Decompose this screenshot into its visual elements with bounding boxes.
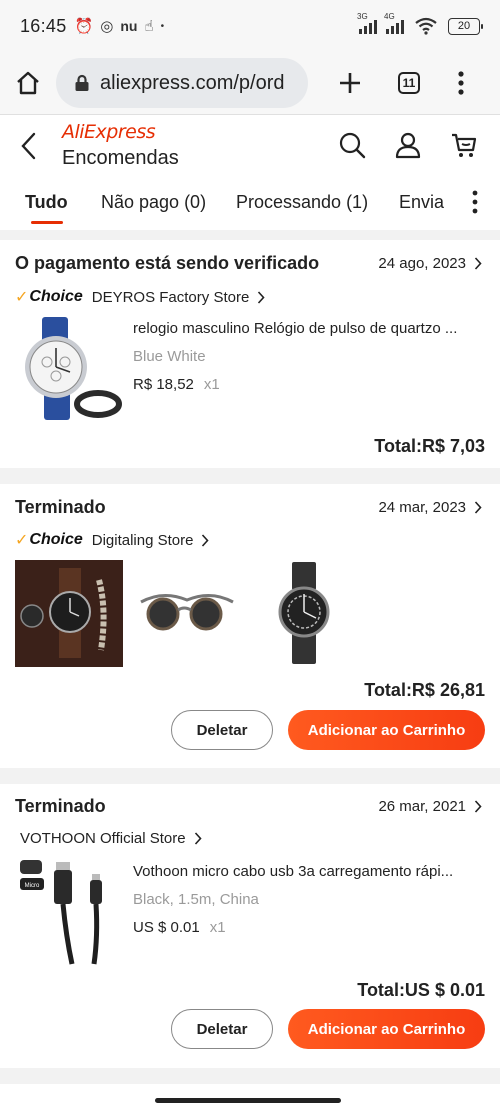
home-button[interactable] <box>14 69 42 97</box>
choice-label: Choice <box>29 531 83 548</box>
product-title[interactable]: Vothoon micro cabo usb 3a carregamento r… <box>133 863 483 880</box>
store-name: Digitaling Store <box>91 531 194 549</box>
store-name: DEYROS Factory Store <box>91 288 250 306</box>
add-to-cart-button[interactable]: Adicionar ao Carrinho <box>288 710 485 750</box>
order-card[interactable]: Terminado 24 mar, 2023 ✓ Choice Digitalin… <box>0 484 500 768</box>
store-link[interactable]: VOTHOON Official Store <box>20 830 202 847</box>
chevron-right-icon <box>202 533 210 547</box>
active-tab-indicator <box>31 221 63 224</box>
order-date: 26 mar, 2021 <box>378 798 482 815</box>
aliexpress-logo: AliExpress <box>62 121 156 143</box>
chevron-right-icon <box>474 501 482 514</box>
product-image-sunglasses[interactable] <box>133 560 241 667</box>
home-indicator[interactable] <box>155 1098 341 1103</box>
plus-icon <box>340 73 360 93</box>
nu-icon: nu <box>120 18 138 34</box>
url-text: aliexpress.com/p/ord <box>100 71 285 94</box>
order-tabs: Tudo Não pago (0) Processando (1) Envia <box>0 174 500 230</box>
dot-icon: • <box>160 20 165 32</box>
battery-level: 20 <box>457 20 471 32</box>
order-date: 24 mar, 2023 <box>378 499 482 516</box>
tab-processing[interactable]: Processando (1) <box>236 192 368 213</box>
product-image-skeleton-watch[interactable] <box>250 560 358 667</box>
tab-count: 11 <box>398 72 420 94</box>
user-icon <box>395 132 421 159</box>
status-bar: 16:45 ⏰ ◎ nu ☝ • 3G 4G 20 <box>0 0 500 52</box>
tab-all[interactable]: Tudo <box>25 192 68 213</box>
delete-button[interactable]: Deletar <box>171 1009 273 1049</box>
gesture-icon: ☝ <box>144 18 154 35</box>
product-variant: Blue White <box>133 348 206 365</box>
product-variant: Black, 1.5m, China <box>133 891 259 908</box>
signal-3g-icon: 3G <box>357 12 377 34</box>
choice-badge: ✓ Choice <box>15 530 83 550</box>
product-price: R$ 18,52 x1 <box>133 376 220 393</box>
home-icon <box>17 71 39 95</box>
store-name: VOTHOON Official Store <box>20 830 186 847</box>
account-button[interactable] <box>394 131 422 164</box>
lock-icon <box>74 74 90 92</box>
more-vert-icon <box>472 190 478 214</box>
order-total: Total:R$ 26,81 <box>364 680 485 700</box>
product-title[interactable]: relogio masculino Relógio de pulso de qu… <box>133 320 483 337</box>
chevron-right-icon <box>258 290 265 304</box>
micro-badge-text: Micro <box>25 883 40 889</box>
tab-unpaid[interactable]: Não pago (0) <box>101 192 206 213</box>
tab-switcher-button[interactable]: 11 <box>398 72 420 94</box>
chevron-right-icon <box>194 832 202 845</box>
chevron-right-icon <box>474 257 482 270</box>
notification-icons: ⏰ ◎ nu ☝ • <box>75 17 165 35</box>
cart-icon <box>452 133 477 157</box>
page-header: AliExpress Encomendas <box>0 114 500 174</box>
address-bar[interactable]: aliexpress.com/p/ord <box>56 58 308 108</box>
choice-badge: ✓ Choice <box>15 287 83 307</box>
check-icon: ✓ <box>15 289 29 306</box>
page-title: Encomendas <box>62 147 179 169</box>
product-image-watch-set[interactable] <box>15 560 123 667</box>
alarm-icon: ⏰ <box>74 18 94 35</box>
order-date-text: 24 mar, 2023 <box>378 499 466 516</box>
tab-shipped[interactable]: Envia <box>399 192 444 213</box>
check-icon: ✓ <box>15 532 29 549</box>
browser-toolbar: aliexpress.com/p/ord 11 <box>0 52 500 114</box>
product-image-watch[interactable] <box>14 312 122 424</box>
price-value: R$ 18,52 <box>133 376 194 393</box>
more-vert-icon <box>458 71 464 95</box>
store-link[interactable]: ✓ Choice Digitaling Store <box>15 530 210 550</box>
product-qty: x1 <box>203 376 220 393</box>
chevron-right-icon <box>474 800 482 813</box>
order-date: 24 ago, 2023 <box>378 255 482 272</box>
search-icon <box>339 132 366 159</box>
order-status: O pagamento está sendo verificado <box>15 253 320 273</box>
new-tab-button[interactable] <box>338 71 362 95</box>
wifi-icon <box>415 17 437 35</box>
signal-4g-icon: 4G <box>384 12 404 34</box>
battery-icon: 20 <box>448 17 483 35</box>
browser-menu-button[interactable] <box>458 71 464 95</box>
order-card[interactable]: O pagamento está sendo verificado 24 ago… <box>0 240 500 468</box>
order-status: Terminado <box>15 497 106 517</box>
cart-button[interactable] <box>450 131 478 164</box>
order-status: Terminado <box>15 796 106 816</box>
whatsapp-icon: ◎ <box>100 18 114 35</box>
price-value: US $ 0.01 <box>133 919 200 936</box>
product-image-usb-cable[interactable]: Micro <box>14 856 122 968</box>
product-price: US $ 0.01 x1 <box>133 919 226 936</box>
order-date-text: 26 mar, 2021 <box>378 798 466 815</box>
status-time: 16:45 <box>20 15 67 36</box>
chevron-left-icon <box>21 132 36 160</box>
add-to-cart-button[interactable]: Adicionar ao Carrinho <box>288 1009 485 1049</box>
store-link[interactable]: ✓ Choice DEYROS Factory Store <box>15 287 265 307</box>
delete-button[interactable]: Deletar <box>171 710 273 750</box>
back-button[interactable] <box>18 131 40 166</box>
order-card[interactable]: Terminado 26 mar, 2021 VOTHOON Official … <box>0 784 500 1068</box>
search-button[interactable] <box>338 131 366 164</box>
tabs-more-button[interactable] <box>472 190 478 219</box>
choice-label: Choice <box>29 288 83 305</box>
order-total: Total:US $ 0.01 <box>357 980 485 1000</box>
product-qty: x1 <box>209 919 226 936</box>
order-date-text: 24 ago, 2023 <box>378 255 466 272</box>
order-total: Total:R$ 7,03 <box>374 436 485 456</box>
